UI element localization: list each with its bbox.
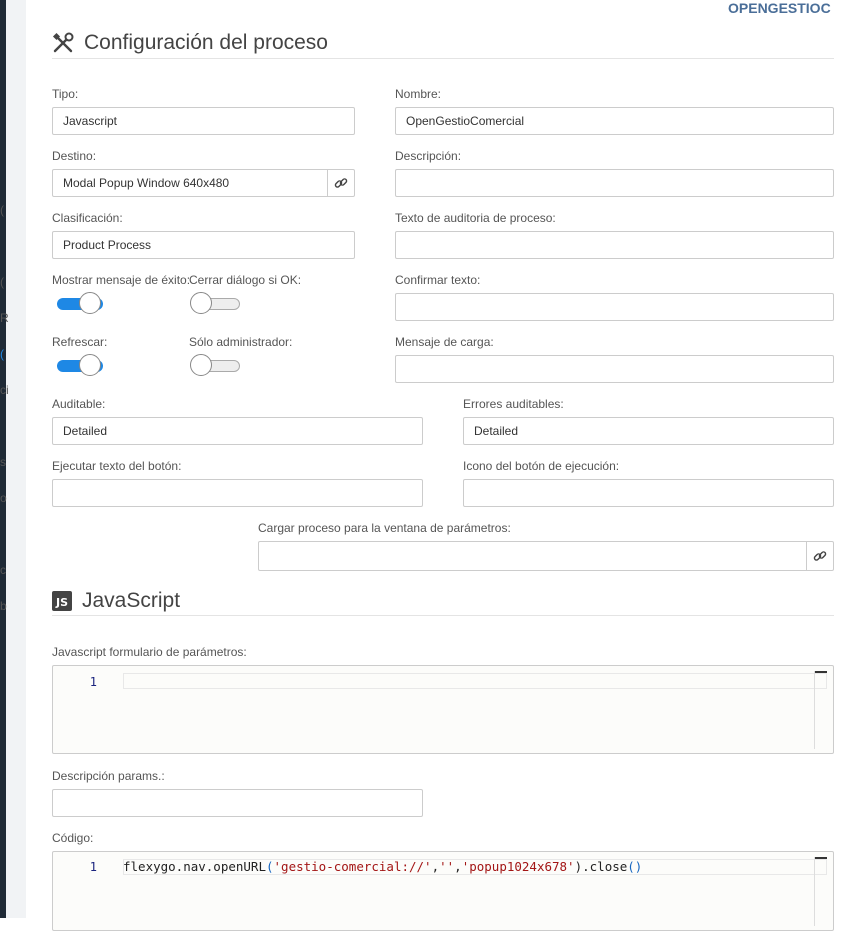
descripcion-params-label: Descripción params.: (52, 769, 165, 783)
code-token: '' (439, 859, 455, 874)
auditable-value: Detailed (63, 424, 108, 438)
refrescar-toggle[interactable] (53, 354, 107, 378)
code-token: 'gestio-comercial://' (273, 859, 432, 874)
edge-text: o (0, 491, 7, 505)
mensaje-carga-input[interactable] (395, 355, 834, 383)
edge-text: s (0, 455, 6, 469)
params-code-editor[interactable]: 1 (52, 665, 834, 754)
edge-text: ( (0, 275, 4, 289)
editor-scrollbar[interactable] (814, 857, 827, 926)
cerrar-dialogo-toggle[interactable] (190, 292, 244, 316)
code-token: ( (266, 859, 274, 874)
destino-select[interactable]: Modal Popup Window 640x480 (52, 169, 355, 197)
code-line: flexygo.nav.openURL('gestio-comercial://… (123, 859, 642, 874)
clasificacion-value: Product Process (63, 238, 152, 252)
edge-text: c (0, 563, 6, 577)
edge-text: ci (0, 383, 9, 397)
brand-title: OPENGESTIOC (728, 0, 831, 16)
collapsed-panel (6, 0, 26, 918)
ejecutar-texto-label: Ejecutar texto del botón: (52, 459, 182, 473)
confirmar-texto-input[interactable] (395, 293, 834, 321)
auditable-select[interactable]: Detailed (52, 417, 423, 445)
edge-text: b (0, 599, 7, 613)
code-token: , (431, 859, 440, 874)
cargar-proceso-select[interactable] (258, 541, 834, 571)
mostrar-mensaje-toggle[interactable] (53, 292, 107, 316)
mostrar-mensaje-label: Mostrar mensaje de éxito: (52, 273, 191, 287)
link-button[interactable] (327, 170, 354, 196)
section-title: Configuración del proceso (84, 31, 328, 54)
auditable-label: Auditable: (52, 397, 106, 411)
toggle-knob (79, 354, 101, 376)
descripcion-label: Descripción: (395, 149, 462, 163)
destino-value: Modal Popup Window 640x480 (63, 176, 230, 190)
js-icon: JS (52, 591, 72, 611)
link-icon (334, 178, 348, 188)
nombre-label: Nombre: (395, 87, 442, 101)
icono-boton-label: Icono del botón de ejecución: (463, 459, 620, 473)
confirmar-texto-label: Confirmar texto: (395, 273, 481, 287)
config-section-header: Configuración del proceso (52, 31, 328, 55)
divider (52, 615, 834, 616)
link-icon (813, 551, 827, 561)
section-title: JavaScript (82, 589, 181, 612)
refrescar-label: Refrescar: (52, 335, 108, 349)
destino-label: Destino: (52, 149, 97, 163)
edge-text: ( (0, 203, 4, 217)
code-token: , (454, 859, 462, 874)
toggle-knob (190, 354, 212, 376)
active-line (123, 673, 827, 689)
errores-auditables-value: Detailed (474, 424, 519, 438)
link-button[interactable] (806, 542, 833, 570)
edge-text: R (0, 311, 9, 325)
cargar-proceso-label: Cargar proceso para la ventana de paráme… (258, 521, 511, 535)
tipo-value: Javascript (63, 114, 118, 128)
line-number: 1 (89, 675, 97, 689)
js-section-header: JS JavaScript (52, 589, 180, 613)
cerrar-dialogo-label: Cerrar diálogo si OK: (189, 273, 302, 287)
codigo-label: Código: (52, 831, 94, 845)
line-number: 1 (89, 860, 97, 874)
descripcion-params-input[interactable] (52, 789, 423, 817)
solo-admin-toggle[interactable] (190, 354, 244, 378)
toggle-knob (79, 292, 101, 314)
tipo-label: Tipo: (52, 87, 79, 101)
clasificacion-select[interactable]: Product Process (52, 231, 355, 259)
errores-auditables-label: Errores auditables: (463, 397, 564, 411)
edge-text: ( (0, 347, 4, 361)
errores-auditables-select[interactable]: Detailed (463, 417, 834, 445)
descripcion-input[interactable] (395, 169, 834, 197)
code-token: flexygo.nav.openURL (123, 859, 266, 874)
code-token: 'popup1024x678' (461, 859, 575, 874)
codigo-code-editor[interactable]: 1 flexygo.nav.openURL('gestio-comercial:… (52, 851, 834, 931)
texto-auditoria-input[interactable] (395, 231, 834, 259)
clasificacion-label: Clasificación: (52, 211, 123, 225)
mensaje-carga-label: Mensaje de carga: (395, 335, 494, 349)
tools-icon (52, 32, 74, 53)
code-token: ).close (574, 859, 628, 874)
nombre-input[interactable]: OpenGestioComercial (395, 107, 834, 135)
toggle-knob (190, 292, 212, 314)
icono-boton-input[interactable] (463, 479, 834, 507)
tipo-select[interactable]: Javascript (52, 107, 355, 135)
svg-text:JS: JS (55, 596, 68, 609)
solo-admin-label: Sólo administrador: (189, 335, 293, 349)
code-token: () (627, 859, 643, 874)
editor-scrollbar[interactable] (814, 671, 827, 749)
divider (52, 58, 834, 59)
ejecutar-texto-input[interactable] (52, 479, 423, 507)
texto-auditoria-label: Texto de auditoria de proceso: (395, 211, 556, 225)
params-editor-label: Javascript formulario de parámetros: (52, 645, 247, 659)
nombre-value: OpenGestioComercial (406, 114, 525, 128)
